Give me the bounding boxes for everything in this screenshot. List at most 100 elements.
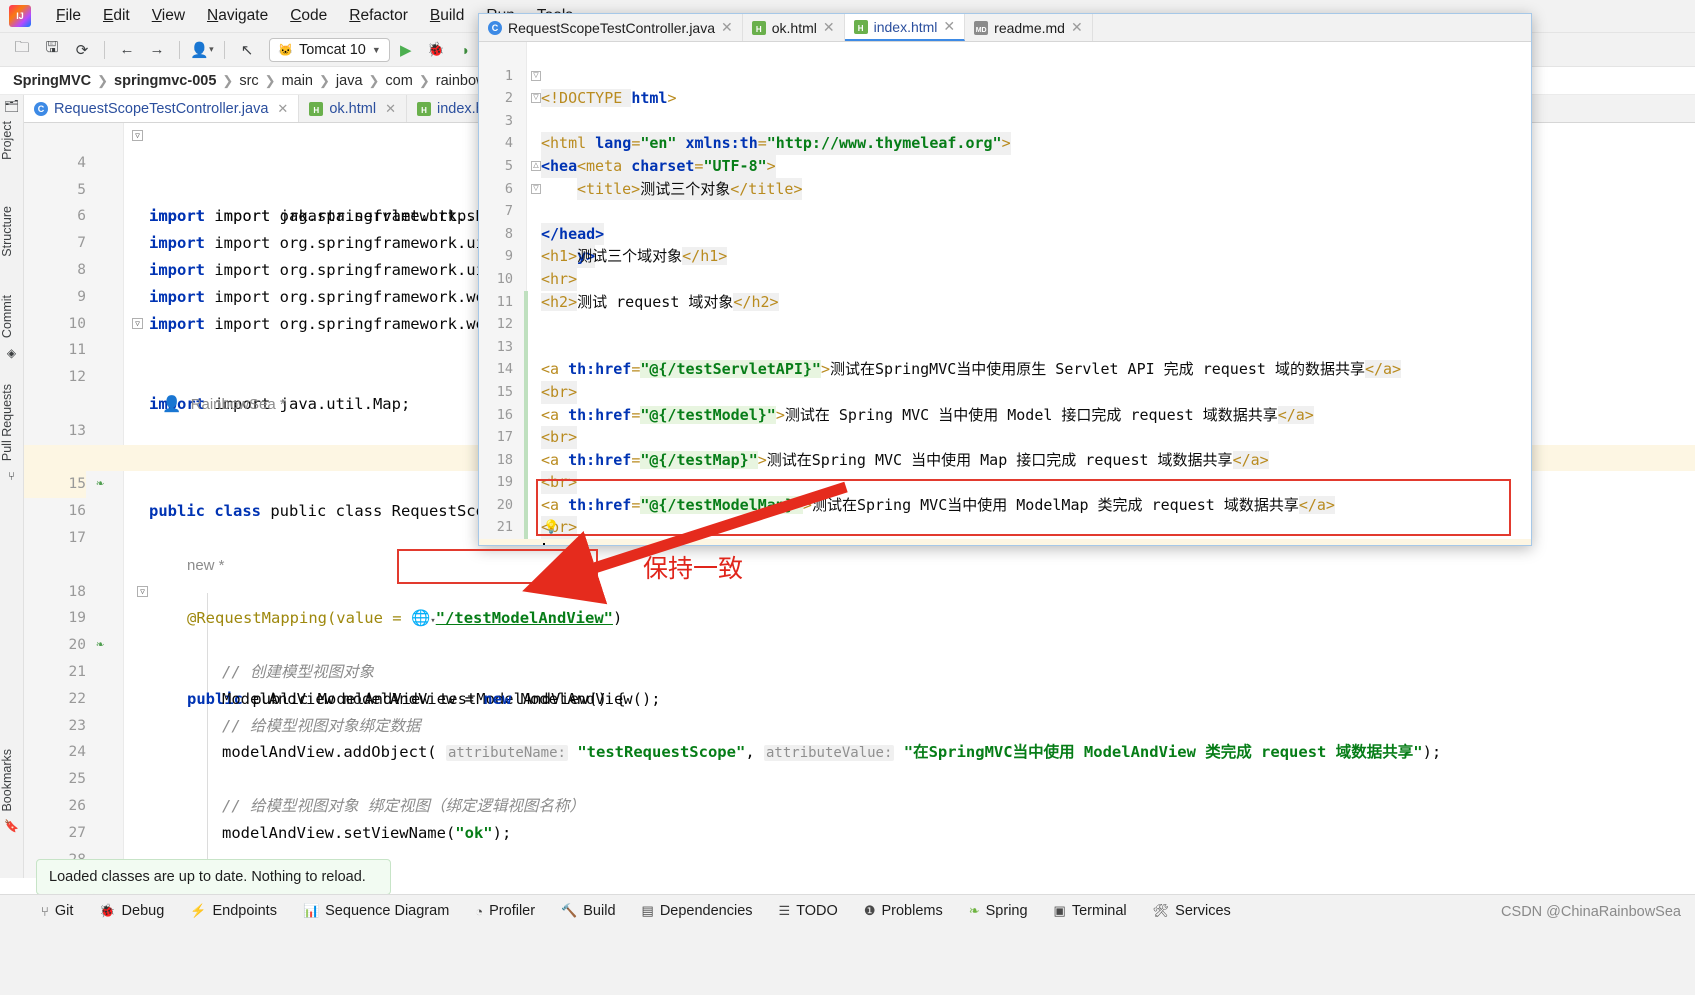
- debug-icon[interactable]: 🐞: [422, 37, 450, 63]
- status-label: Build: [583, 903, 616, 919]
- menu-view[interactable]: View: [141, 5, 196, 27]
- back-arrow-icon[interactable]: ←: [113, 37, 141, 63]
- close-icon[interactable]: ✕: [823, 19, 835, 36]
- html-file-icon: H: [309, 101, 324, 116]
- status-item-build[interactable]: 🔨 Build: [548, 903, 628, 919]
- close-icon[interactable]: ✕: [277, 101, 288, 117]
- pull-request-icon[interactable]: ⑂: [0, 465, 23, 487]
- code-line: 11: [479, 268, 1531, 310]
- overlay-tab-readme-md[interactable]: MD readme.md ✕: [965, 14, 1093, 41]
- overlay-code-area[interactable]: 1 <!DOCTYPE html> 2 ▽ <html lang="en" xm…: [479, 42, 1531, 545]
- sidebar-item-structure[interactable]: Structure: [0, 202, 24, 261]
- save-icon[interactable]: 🖫: [38, 37, 66, 63]
- status-item-git[interactable]: ⑂ Git: [28, 903, 86, 919]
- status-item-endpoints[interactable]: ⚡ Endpoints: [177, 903, 290, 919]
- fold-marker[interactable]: ▽: [531, 70, 541, 81]
- tab-request-scope-test-controller[interactable]: C RequestScopeTestController.java ✕: [24, 95, 300, 122]
- fold-marker[interactable]: ▽: [132, 130, 143, 141]
- markdown-file-icon: MD: [974, 20, 989, 35]
- menu-build[interactable]: Build: [419, 5, 475, 27]
- fold-marker[interactable]: ▽: [531, 93, 541, 104]
- text-caret: [543, 543, 545, 545]
- intention-bulb-icon[interactable]: 💡: [543, 516, 559, 539]
- undo-icon[interactable]: ↖: [233, 37, 261, 63]
- status-item-todo[interactable]: ☰ TODO: [766, 903, 851, 919]
- left-tool-rail: 🗂 Project Structure Commit ◈ Pull Reques…: [0, 95, 24, 878]
- breadcrumb-separator: ❯: [97, 72, 109, 88]
- fold-marker[interactable]: ▽: [531, 183, 541, 194]
- status-item-dependencies[interactable]: ▤ Dependencies: [629, 903, 766, 919]
- toolbar-divider: [179, 40, 180, 59]
- tab-label: RequestScopeTestController.java: [54, 100, 269, 117]
- menu-navigate[interactable]: Navigate: [196, 5, 279, 27]
- overlay-tab-ok-html[interactable]: H ok.html ✕: [743, 14, 845, 41]
- status-item-problems[interactable]: ❶ Problems: [851, 903, 956, 919]
- status-label: Terminal: [1071, 903, 1127, 919]
- chevron-down-icon: ▼: [371, 44, 381, 55]
- profile-icon[interactable]: 👤 ▾: [188, 37, 216, 63]
- run-configuration-selector[interactable]: 🐱 Tomcat 10 ▼: [269, 37, 390, 62]
- breadcrumb-item-com[interactable]: com: [382, 73, 415, 89]
- status-item-debug[interactable]: 🐞 Debug: [86, 903, 177, 919]
- status-label: Sequence Diagram: [325, 903, 450, 919]
- status-label: Dependencies: [659, 903, 753, 919]
- html-editor-overlay-window[interactable]: C RequestScopeTestController.java ✕ H ok…: [478, 13, 1532, 546]
- status-item-spring[interactable]: ❧ Spring: [956, 903, 1041, 919]
- sync-icon[interactable]: ⟳: [68, 37, 96, 63]
- code-line: 10 <h2>测试 request 域对象</h2>: [479, 245, 1531, 311]
- code-line: 12: [479, 291, 1531, 332]
- breadcrumb-item-main[interactable]: main: [279, 73, 316, 89]
- open-folder-icon[interactable]: 🗀: [8, 37, 36, 63]
- code-line: 13 <a th:href="@{/testServletAPI}">测试在Sp…: [479, 313, 1531, 379]
- sidebar-item-pull-requests[interactable]: Pull Requests: [0, 380, 24, 465]
- menu-file[interactable]: File: [45, 5, 92, 27]
- status-item-services[interactable]: 🛠 Services: [1140, 903, 1244, 919]
- services-icon: 🛠: [1152, 903, 1170, 918]
- fold-marker[interactable]: ▽: [132, 317, 143, 329]
- close-icon[interactable]: ✕: [721, 19, 733, 36]
- close-icon[interactable]: ✕: [1071, 19, 1083, 36]
- status-item-profiler[interactable]: ◔ Profiler: [462, 903, 548, 919]
- fold-marker[interactable]: △: [531, 160, 541, 171]
- tomcat-icon: 🐱: [278, 42, 293, 57]
- tab-label: readme.md: [994, 19, 1065, 36]
- git-branch-icon: ⑂: [41, 903, 49, 919]
- close-icon[interactable]: ✕: [385, 101, 396, 117]
- java-class-icon: C: [34, 101, 48, 116]
- code-line: 18 @RequestMapping(value = 🌐▾"/testModel…: [24, 552, 1695, 628]
- run-icon[interactable]: ▶: [392, 37, 420, 63]
- status-item-terminal[interactable]: ▣ Terminal: [1041, 903, 1140, 919]
- sidebar-item-project[interactable]: Project: [0, 117, 24, 164]
- sidebar-item-bookmarks[interactable]: Bookmarks: [0, 745, 24, 816]
- breadcrumb-item-src[interactable]: src: [236, 73, 261, 89]
- bookmark-icon[interactable]: 🔖: [0, 815, 23, 837]
- fold-marker[interactable]: ▽: [137, 585, 148, 597]
- close-icon[interactable]: ✕: [943, 18, 955, 35]
- status-bar: ⑂ Git 🐞 Debug ⚡ Endpoints 📊 Sequence Diagram…: [0, 894, 1695, 995]
- status-item-sequence-diagram[interactable]: 📊 Sequence Diagram: [290, 903, 462, 919]
- commit-icon[interactable]: ◈: [0, 342, 23, 364]
- breadcrumb-item-springmvc-005[interactable]: springmvc-005: [111, 73, 219, 89]
- menu-refactor[interactable]: Refactor: [338, 5, 419, 27]
- project-panel-icon[interactable]: 🗂: [0, 95, 23, 117]
- sidebar-item-commit[interactable]: Commit: [0, 291, 24, 342]
- bookmark-rail: [0, 895, 24, 995]
- tab-label: index.html: [873, 18, 938, 35]
- html-file-icon: H: [853, 19, 868, 34]
- menu-edit[interactable]: Edit: [92, 5, 141, 27]
- code-line: 19 <a th:href="@{/testModelMap}">测试在Spri…: [479, 449, 1531, 514]
- breadcrumb-item-springmvc[interactable]: SpringMVC: [10, 73, 94, 89]
- breadcrumb-item-java[interactable]: java: [333, 73, 366, 89]
- code-line: 17 <a th:href="@{/testMap}">测试在Spring MV…: [479, 404, 1531, 469]
- forward-arrow-icon[interactable]: →: [143, 37, 171, 63]
- code-line: 28 // 返回模型视图对象: [24, 820, 1695, 878]
- overlay-tab-index-html[interactable]: H index.html ✕: [844, 14, 966, 41]
- menu-code[interactable]: Code: [279, 5, 338, 27]
- overlay-tab-request-scope-test-controller[interactable]: C RequestScopeTestController.java ✕: [479, 14, 743, 41]
- annotation-note-text: 保持一致: [643, 554, 744, 583]
- run-with-coverage-icon[interactable]: ◗: [452, 37, 480, 63]
- notification-balloon[interactable]: Loaded classes are up to date. Nothing t…: [36, 859, 391, 895]
- terminal-icon: ▣: [1053, 903, 1066, 918]
- tab-ok-html[interactable]: H ok.html ✕: [299, 95, 407, 122]
- tab-label: ok.html: [771, 19, 817, 36]
